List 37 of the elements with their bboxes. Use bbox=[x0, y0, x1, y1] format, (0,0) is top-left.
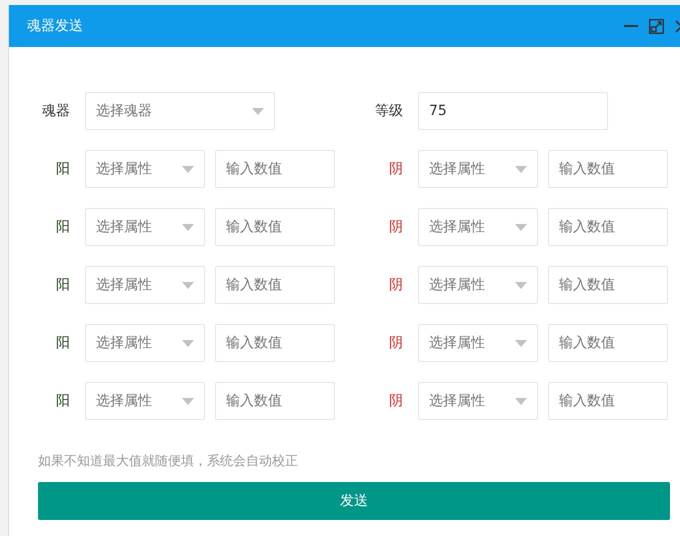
attribute-select[interactable]: 选择属性 bbox=[418, 382, 538, 420]
side-label: 阳 bbox=[55, 276, 70, 294]
value-input[interactable]: 输入数值 bbox=[548, 208, 668, 246]
value-input[interactable]: 输入数值 bbox=[548, 382, 668, 420]
field-label: 等级 bbox=[374, 102, 403, 120]
value-input[interactable]: 输入数值 bbox=[548, 324, 668, 362]
value-input[interactable]: 输入数值 bbox=[548, 150, 668, 188]
side-label: 阴 bbox=[388, 160, 403, 178]
value-input[interactable]: 输入数值 bbox=[215, 324, 335, 362]
attribute-select[interactable]: 选择属性 bbox=[85, 266, 205, 304]
value-input[interactable]: 输入数值 bbox=[548, 266, 668, 304]
value-input[interactable]: 输入数值 bbox=[215, 266, 335, 304]
side-label: 阴 bbox=[388, 218, 403, 236]
value-input[interactable]: 输入数值 bbox=[215, 150, 335, 188]
level-input[interactable]: 75 bbox=[418, 92, 608, 130]
side-label: 阴 bbox=[388, 276, 403, 294]
attribute-select[interactable]: 选择属性 bbox=[418, 266, 538, 304]
side-label: 阳 bbox=[55, 334, 70, 352]
side-label: 阳 bbox=[55, 392, 70, 410]
hint-text: 如果不知道最大值就随便填，系统会自动校正 bbox=[38, 453, 299, 470]
field-label: 魂器 bbox=[41, 102, 70, 120]
value-input[interactable]: 输入数值 bbox=[215, 208, 335, 246]
attribute-select[interactable]: 选择属性 bbox=[418, 208, 538, 246]
attribute-select[interactable]: 选择属性 bbox=[418, 150, 538, 188]
send-button[interactable]: 发送 bbox=[38, 482, 670, 520]
attribute-select[interactable]: 选择属性 bbox=[85, 324, 205, 362]
side-label: 阳 bbox=[55, 218, 70, 236]
soul-device-select[interactable]: 选择魂器 bbox=[85, 92, 275, 130]
attribute-select[interactable]: 选择属性 bbox=[85, 382, 205, 420]
value-input[interactable]: 输入数值 bbox=[215, 382, 335, 420]
side-label: 阳 bbox=[55, 160, 70, 178]
attribute-select[interactable]: 选择属性 bbox=[85, 208, 205, 246]
attribute-select[interactable]: 选择属性 bbox=[85, 150, 205, 188]
window-title: 魂器发送 bbox=[27, 17, 83, 35]
side-label: 阴 bbox=[388, 334, 403, 352]
attribute-select[interactable]: 选择属性 bbox=[418, 324, 538, 362]
side-label: 阴 bbox=[388, 392, 403, 410]
